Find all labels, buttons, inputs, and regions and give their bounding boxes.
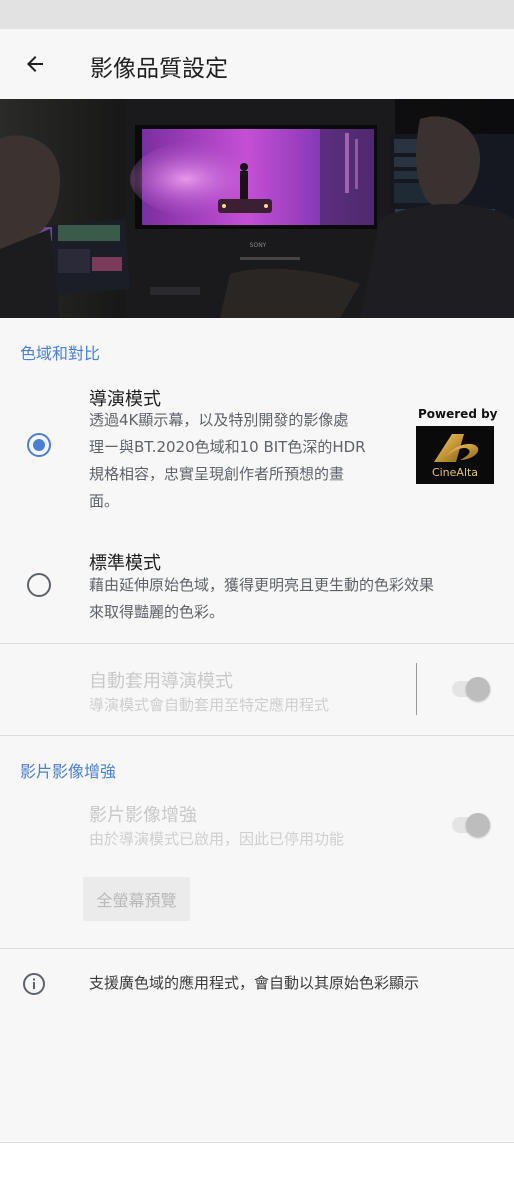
monitor-brand: SONY <box>250 242 267 249</box>
video-enhance-title: 影片影像增強 <box>89 805 197 826</box>
divider <box>0 948 514 949</box>
auto-director-subtitle: 導演模式會自動套用至特定應用程式 <box>89 696 330 714</box>
director-mode-radio[interactable] <box>27 433 51 457</box>
auto-director-title: 自動套用導演模式 <box>89 671 233 692</box>
video-enhance-toggle[interactable] <box>452 813 490 837</box>
section-header-video-enhance: 影片影像增強 <box>20 762 117 781</box>
info-text: 支援廣色域的應用程式，會自動以其原始色彩顯示 <box>89 974 420 992</box>
divider <box>0 643 514 644</box>
divider <box>0 735 514 736</box>
director-mode-description: 透過4K顯示幕，以及特別開發的影像處 理ー與BT.2020色域和10 BIT色深… <box>89 407 366 515</box>
standard-mode-description: 藉由延伸原始色域，獲得更明亮且更生動的色彩效果 來取得豔麗的色彩。 <box>89 572 434 626</box>
app-bar: 影像品質設定 <box>0 29 514 99</box>
toggle-knob <box>466 677 490 701</box>
director-mode-description-line-1: 透過4K顯示幕，以及特別開發的影像處 <box>89 411 349 429</box>
option-standard-mode[interactable]: 標準模式 藉由延伸原始色域，獲得更明亮且更生動的色彩效果 來取得豔麗的色彩。 <box>0 545 514 630</box>
bottom-area <box>0 1142 514 1200</box>
auto-director-toggle[interactable] <box>452 677 490 701</box>
director-mode-description-line-2: 理ー與BT.2020色域和10 BIT色深的HDR <box>89 438 366 456</box>
powered-by-label: Powered by <box>418 407 498 421</box>
cinealta-logo: CineAlta <box>416 426 494 484</box>
info-icon <box>23 973 45 995</box>
fullscreen-preview-button[interactable]: 全螢幕預覽 <box>83 877 190 921</box>
standard-mode-description-line-1: 藉由延伸原始色域，獲得更明亮且更生動的色彩效果 <box>89 576 435 594</box>
vertical-divider <box>416 663 417 715</box>
arrow-back-icon <box>27 56 43 72</box>
standard-mode-description-line-2: 來取得豔麗的色彩。 <box>89 603 225 621</box>
director-mode-description-line-3: 規格相容，忠實呈現創作者所預想的畫 <box>89 465 345 483</box>
back-button[interactable] <box>14 43 56 85</box>
page-title: 影像品質設定 <box>90 56 228 82</box>
video-enhance-subtitle: 由於導演模式已啟用，因此已停用功能 <box>89 830 345 848</box>
toggle-knob <box>466 813 490 837</box>
hero-image: SONY <box>0 99 514 318</box>
section-header-color-gamut: 色域和對比 <box>20 344 101 363</box>
cinealta-logo-text: CineAlta <box>432 466 478 479</box>
status-bar <box>0 0 514 29</box>
director-mode-description-line-4: 面。 <box>89 492 120 510</box>
standard-mode-radio[interactable] <box>27 573 51 597</box>
